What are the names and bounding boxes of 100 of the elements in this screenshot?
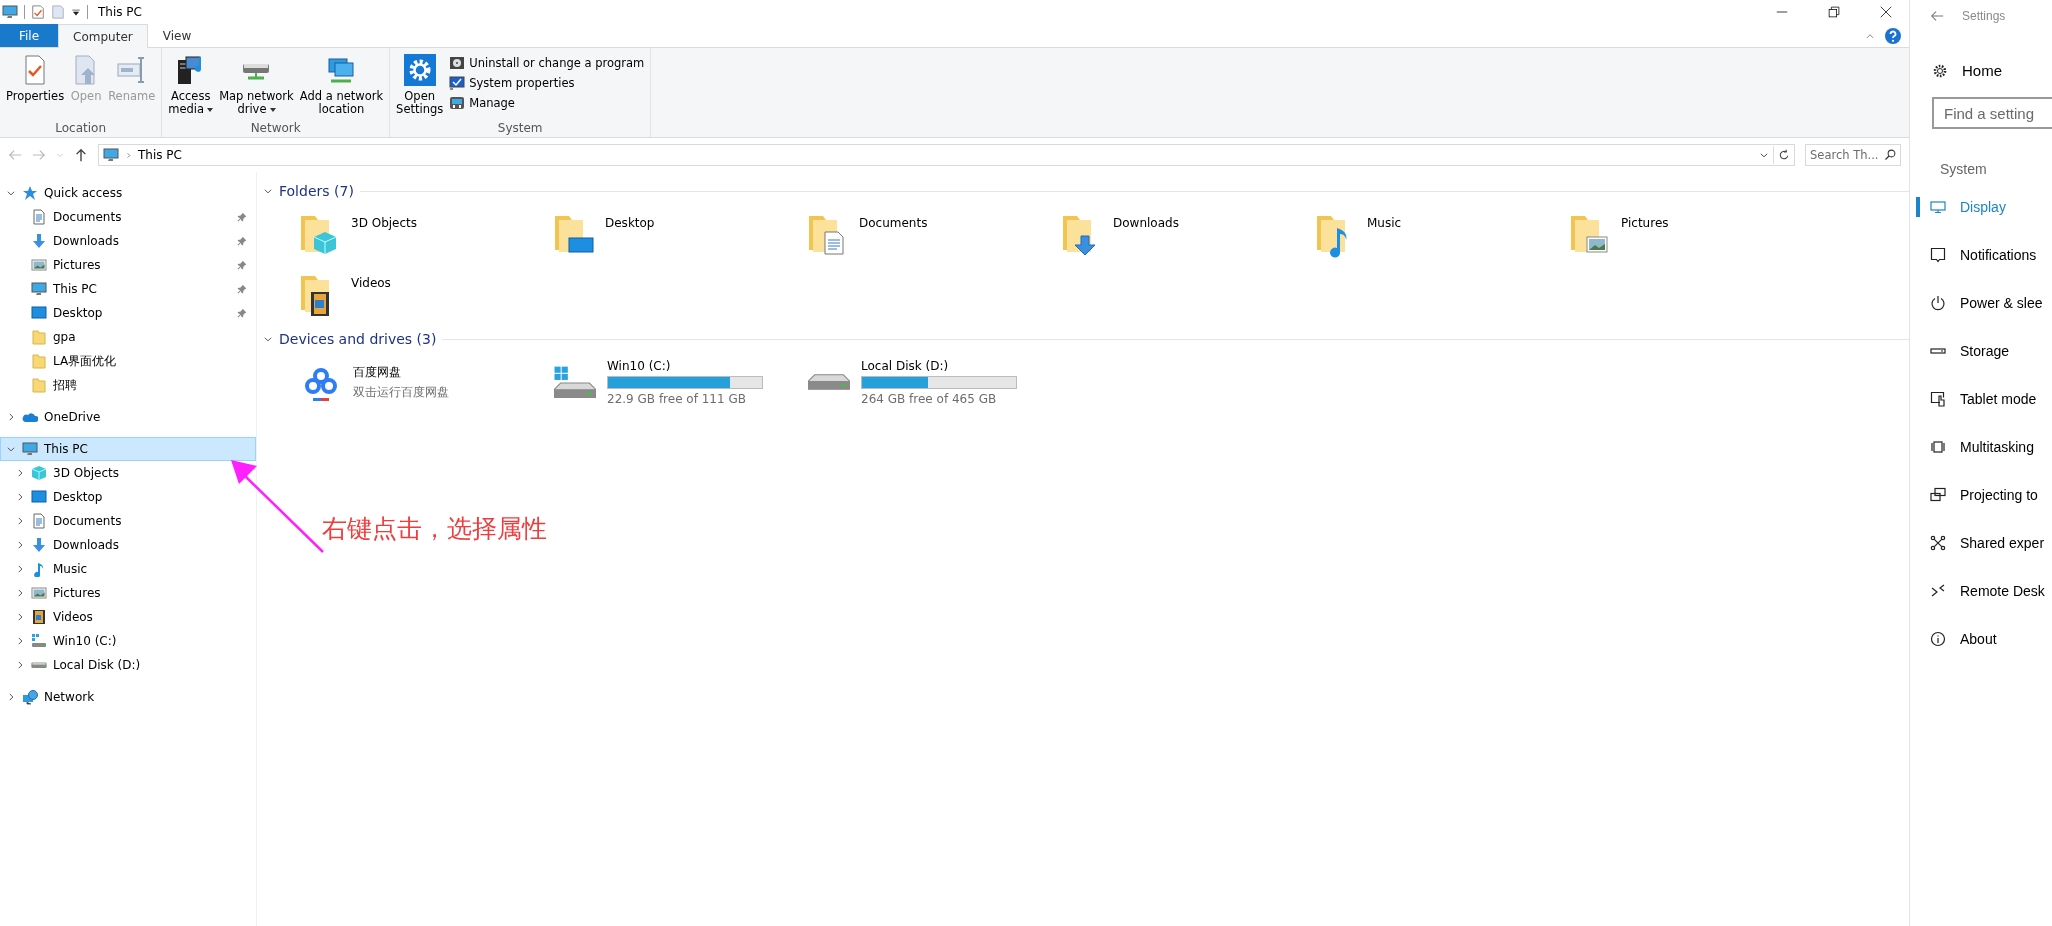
- tree-item[interactable]: Local Disk (D:): [0, 653, 256, 677]
- settings-nav-item[interactable]: Projecting to: [1910, 471, 2052, 519]
- tree-item[interactable]: This PC: [0, 437, 256, 461]
- up-button[interactable]: [74, 148, 88, 162]
- breadcrumb[interactable]: This PC: [138, 148, 182, 162]
- folder-item[interactable]: Pictures: [1567, 210, 1821, 258]
- tree-item[interactable]: Network: [0, 685, 256, 709]
- tree-item[interactable]: OneDrive: [0, 405, 256, 429]
- pin-icon[interactable]: [237, 260, 247, 270]
- chevron-down-icon[interactable]: [263, 186, 273, 196]
- folder-item[interactable]: Music: [1313, 210, 1567, 258]
- group-label: System: [496, 121, 544, 135]
- home-link[interactable]: Home: [1910, 62, 2052, 79]
- folder-item[interactable]: Downloads: [1059, 210, 1313, 258]
- search-field[interactable]: Find a setting: [1932, 97, 2052, 129]
- chevron-right-icon[interactable]: [15, 564, 25, 574]
- refresh-button[interactable]: [1778, 149, 1790, 161]
- chevron-right-icon[interactable]: [6, 412, 16, 422]
- back-arrow-icon: [1930, 9, 1944, 23]
- chevron-right-icon[interactable]: [15, 588, 25, 598]
- ribbon-command[interactable]: Add a network location: [297, 52, 386, 121]
- settings-nav-item[interactable]: Power & slee: [1910, 279, 2052, 327]
- chevron-right-icon[interactable]: [15, 468, 25, 478]
- windows-stack-icon: [1930, 439, 1946, 455]
- ribbon-command[interactable]: Properties: [4, 52, 67, 121]
- folder-item[interactable]: Videos: [297, 270, 551, 318]
- settings-nav-item[interactable]: Display: [1910, 183, 2052, 231]
- tree-item[interactable]: Win10 (C:): [0, 629, 256, 653]
- pin-icon[interactable]: [237, 308, 247, 318]
- drive-item[interactable]: 百度网盘 双击运行百度网盘: [297, 358, 551, 406]
- tree-item[interactable]: Videos: [0, 605, 256, 629]
- close-icon: [1880, 6, 1892, 18]
- chevron-right-icon[interactable]: [15, 492, 25, 502]
- chevron-right-icon[interactable]: [15, 612, 25, 622]
- pin-icon[interactable]: [237, 284, 247, 294]
- section-heading[interactable]: Devices and drives (3): [279, 331, 437, 347]
- chevron-down-icon[interactable]: [6, 188, 16, 198]
- tablet-touch-icon: [1930, 391, 1946, 407]
- settings-nav-item[interactable]: Notifications: [1910, 231, 2052, 279]
- ribbon-command[interactable]: Open Settings: [394, 52, 446, 121]
- address-bar[interactable]: This PC: [98, 144, 1795, 166]
- folder-item[interactable]: Documents: [805, 210, 1059, 258]
- tree-item[interactable]: 3D Objects: [0, 461, 256, 485]
- ribbon-command[interactable]: Access media: [166, 52, 216, 121]
- chevron-right-icon[interactable]: [15, 636, 25, 646]
- drive-icon: [808, 374, 850, 390]
- tree-item[interactable]: Pictures: [0, 253, 256, 277]
- tree-item[interactable]: gpa: [0, 325, 256, 349]
- chevron-right-icon[interactable]: [15, 660, 25, 670]
- chevron-down-icon[interactable]: [263, 334, 273, 344]
- drive-name: Local Disk (D:): [861, 358, 950, 373]
- ribbon-command[interactable]: Map network drive: [217, 52, 296, 121]
- chevron-down-icon: [1759, 150, 1769, 160]
- settings-nav-item[interactable]: Shared exper: [1910, 519, 2052, 567]
- drive-item[interactable]: Win10 (C:) 22.9 GB free of 111 GB: [551, 358, 805, 406]
- pin-icon[interactable]: [237, 212, 247, 222]
- ribbon-command[interactable]: Manage: [447, 94, 647, 112]
- back-button[interactable]: [1930, 9, 1944, 23]
- tree-item[interactable]: Pictures: [0, 581, 256, 605]
- drive-item[interactable]: Local Disk (D:) 264 GB free of 465 GB: [805, 358, 1059, 406]
- settings-nav-item[interactable]: About: [1910, 615, 2052, 663]
- ribbon-tab[interactable]: View: [147, 24, 207, 47]
- settings-nav-item[interactable]: Storage: [1910, 327, 2052, 375]
- chevron-right-icon[interactable]: [15, 540, 25, 550]
- tree-item[interactable]: Desktop: [0, 485, 256, 509]
- annotation-text: 右键点击，选择属性: [322, 513, 547, 545]
- settings-nav-item[interactable]: Tablet mode: [1910, 375, 2052, 423]
- folder-item[interactable]: Desktop: [551, 210, 805, 258]
- tree-item[interactable]: Downloads: [0, 533, 256, 557]
- ribbon-tab[interactable]: File: [0, 24, 59, 47]
- free-space: 22.9 GB free of 111 GB: [607, 391, 747, 406]
- tree-item[interactable]: Music: [0, 557, 256, 581]
- picture-icon: [31, 585, 47, 601]
- tree-item[interactable]: Documents: [0, 509, 256, 533]
- tree-item[interactable]: Quick access: [0, 181, 256, 205]
- gear-icon: [1932, 62, 1948, 79]
- tree-item[interactable]: This PC: [0, 277, 256, 301]
- chevron-right-icon: [125, 151, 132, 159]
- ribbon-command[interactable]: System properties: [447, 74, 647, 92]
- tree-item[interactable]: 招聘: [0, 373, 256, 397]
- tree-item[interactable]: Documents: [0, 205, 256, 229]
- chevron-right-icon[interactable]: [15, 516, 25, 526]
- tree-item[interactable]: Desktop: [0, 301, 256, 325]
- drive-name: 百度网盘: [353, 363, 402, 381]
- chevron-right-icon[interactable]: [6, 692, 16, 702]
- settings-icon: [403, 54, 436, 86]
- pin-icon[interactable]: [237, 236, 247, 246]
- back-arrow-icon: [8, 148, 22, 162]
- group-label: Location: [54, 121, 108, 135]
- tree-item[interactable]: Downloads: [0, 229, 256, 253]
- settings-nav-item[interactable]: Remote Desk: [1910, 567, 2052, 615]
- section-heading[interactable]: Folders (7): [279, 183, 354, 199]
- folder-item[interactable]: 3D Objects: [297, 210, 551, 258]
- chevron-down-icon[interactable]: [6, 444, 16, 454]
- disc-box-icon: [449, 55, 466, 71]
- ribbon-command[interactable]: Uninstall or change a program: [447, 54, 647, 72]
- settings-nav-item[interactable]: Multitasking: [1910, 423, 2052, 471]
- ribbon-tab[interactable]: Computer: [58, 24, 148, 48]
- tree-item[interactable]: LA界面优化: [0, 349, 256, 373]
- search-field[interactable]: Search Th...: [1805, 144, 1901, 166]
